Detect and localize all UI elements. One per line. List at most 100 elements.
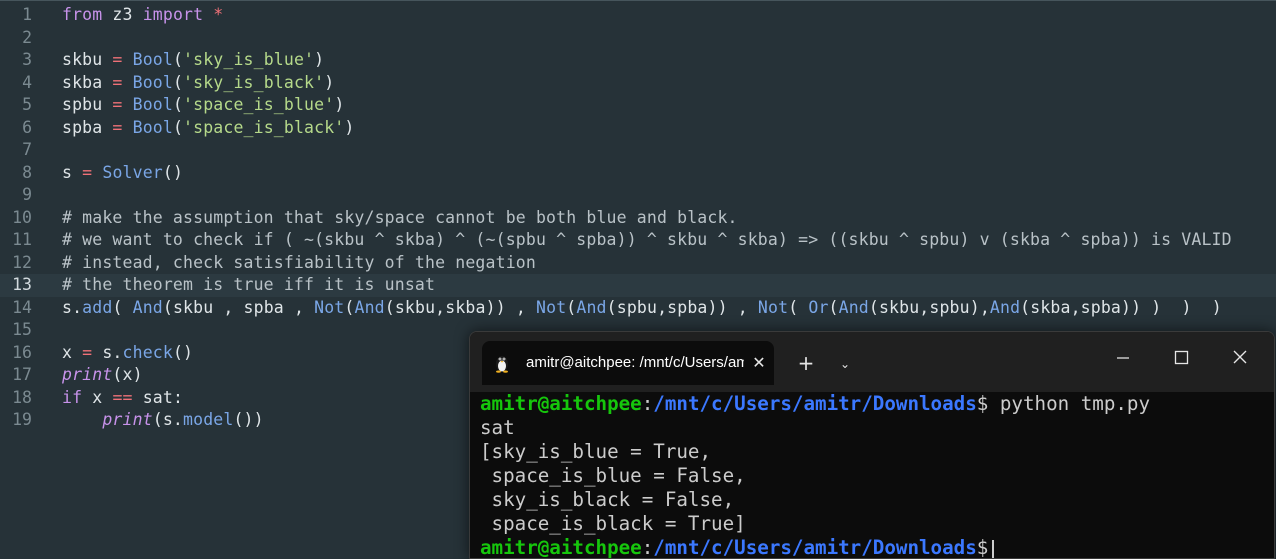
line-number: 3 bbox=[22, 50, 32, 69]
terminal-output-line: sky_is_black = False, bbox=[480, 488, 735, 511]
code-token: == bbox=[112, 387, 133, 407]
prompt-user-host: amitr@aitchpee bbox=[480, 536, 642, 559]
prompt-path: /mnt/c/Users/amitr/Downloads bbox=[653, 392, 977, 415]
code-token: () bbox=[172, 342, 194, 362]
code-token: () bbox=[162, 162, 184, 182]
terminal-output-line: space_is_black = True] bbox=[480, 512, 746, 535]
code-line: # we want to check if ( ~(skbu ^ skba) ^… bbox=[62, 229, 1232, 252]
code-token: And bbox=[132, 297, 163, 317]
line-number: 13 bbox=[12, 275, 32, 294]
code-token: = bbox=[112, 117, 123, 137]
code-token: (skbu , spba , bbox=[162, 297, 315, 317]
terminal-command: python tmp.py bbox=[988, 392, 1151, 415]
line-number: 5 bbox=[22, 95, 32, 114]
line-number: 16 bbox=[12, 342, 32, 362]
code-token: ( bbox=[788, 297, 809, 317]
code-token: 'space_is_blue' bbox=[183, 95, 335, 114]
terminal-output-line: space_is_blue = False, bbox=[480, 464, 746, 487]
code-token: spbu bbox=[62, 95, 113, 114]
terminal-tab[interactable]: amitr@aitchpee: /mnt/c/Users/amitr/Downl… bbox=[482, 341, 774, 385]
code-token: s bbox=[62, 162, 83, 182]
terminal-window[interactable]: amitr@aitchpee: /mnt/c/Users/amitr/Downl… bbox=[469, 331, 1275, 559]
line-number: 12 bbox=[12, 252, 32, 272]
code-token: (s. bbox=[152, 410, 184, 429]
minimize-button[interactable] bbox=[1108, 348, 1138, 378]
code-token: Not bbox=[536, 297, 567, 317]
terminal-titlebar[interactable]: amitr@aitchpee: /mnt/c/Users/amitr/Downl… bbox=[470, 332, 1274, 392]
code-token: (skbu,skba)) , bbox=[384, 297, 537, 317]
close-window-button[interactable] bbox=[1225, 348, 1255, 378]
code-token: = bbox=[112, 95, 123, 114]
terminal-content[interactable]: amitr@aitchpee:/mnt/c/Users/amitr/Downlo… bbox=[480, 392, 1270, 559]
code-token: ) bbox=[314, 50, 325, 69]
code-token: ( bbox=[172, 95, 184, 114]
code-token: print bbox=[62, 365, 113, 384]
code-line: skba = Bool('sky_is_black') bbox=[62, 72, 334, 95]
code-token: Not bbox=[314, 297, 345, 317]
code-token: (skba,spba)) ) ) ) bbox=[1020, 297, 1222, 317]
prompt-symbol: $ bbox=[976, 392, 989, 415]
code-token: (x) bbox=[112, 365, 143, 384]
code-token: Or bbox=[808, 297, 829, 317]
code-token: ()) bbox=[233, 410, 264, 429]
chevron-down-icon[interactable]: ⌄ bbox=[833, 352, 857, 376]
code-token: ( bbox=[172, 117, 184, 137]
new-tab-button[interactable]: + bbox=[794, 351, 818, 375]
code-line: # the theorem is true iff it is unsat bbox=[62, 274, 435, 297]
line-number: 6 bbox=[22, 117, 32, 137]
code-token: print bbox=[102, 410, 153, 429]
code-token: ( bbox=[172, 72, 184, 92]
code-token: Not bbox=[757, 297, 789, 317]
prompt-colon: : bbox=[641, 392, 654, 415]
tab-title: amitr@aitchpee: /mnt/c/Users/amitr/Downl… bbox=[526, 354, 744, 371]
code-token: # we want to check if ( ~(skbu ^ skba) ^… bbox=[62, 230, 1232, 249]
code-line: skbu = Bool('sky_is_blue') bbox=[62, 49, 324, 72]
code-token: 'sky_is_blue' bbox=[183, 50, 315, 69]
text-cursor bbox=[992, 539, 995, 558]
line-number: 15 bbox=[12, 320, 32, 339]
close-tab-icon[interactable]: ✕ bbox=[748, 352, 770, 374]
code-token: s. bbox=[92, 342, 123, 362]
code-token: And bbox=[989, 297, 1021, 317]
maximize-button[interactable] bbox=[1167, 348, 1197, 378]
line-number: 18 bbox=[12, 387, 32, 407]
terminal-prompt-line: amitr@aitchpee:/mnt/c/Users/amitr/Downlo… bbox=[480, 392, 1270, 416]
code-token: ( bbox=[112, 297, 133, 317]
code-token: Bool bbox=[132, 95, 173, 114]
code-line: # make the assumption that sky/space can… bbox=[62, 207, 738, 230]
code-token: ( bbox=[344, 297, 355, 317]
code-token: = bbox=[82, 162, 93, 182]
prompt-path: /mnt/c/Users/amitr/Downloads bbox=[653, 536, 977, 559]
line-number: 9 bbox=[22, 185, 32, 204]
code-line: # instead, check satisfiability of the n… bbox=[62, 252, 536, 275]
line-number: 4 bbox=[22, 72, 32, 92]
code-token: if bbox=[62, 387, 83, 407]
terminal-output-line: sat bbox=[480, 416, 515, 439]
line-number: 1 bbox=[22, 5, 32, 24]
code-token: ( bbox=[828, 297, 839, 317]
code-token: ( bbox=[566, 297, 577, 317]
code-token: = bbox=[82, 342, 93, 362]
terminal-prompt-line: amitr@aitchpee:/mnt/c/Users/amitr/Downlo… bbox=[480, 536, 1270, 559]
prompt-user-host: amitr@aitchpee bbox=[480, 392, 642, 415]
code-token: check bbox=[122, 342, 173, 362]
line-number: 17 bbox=[12, 365, 32, 384]
code-line: s.add( And(skbu , spba , Not(And(skbu,sk… bbox=[62, 297, 1222, 320]
code-token: = bbox=[112, 50, 123, 69]
code-token: s. bbox=[62, 297, 83, 317]
code-token: x bbox=[82, 387, 113, 407]
linux-tux-icon bbox=[496, 356, 508, 373]
line-number: 19 bbox=[12, 410, 32, 429]
code-token: x bbox=[62, 342, 83, 362]
prompt-symbol: $ bbox=[976, 536, 989, 559]
code-token: z3 bbox=[102, 5, 143, 24]
code-token: # the theorem is true iff it is unsat bbox=[62, 275, 436, 294]
code-token: ) bbox=[324, 72, 335, 92]
